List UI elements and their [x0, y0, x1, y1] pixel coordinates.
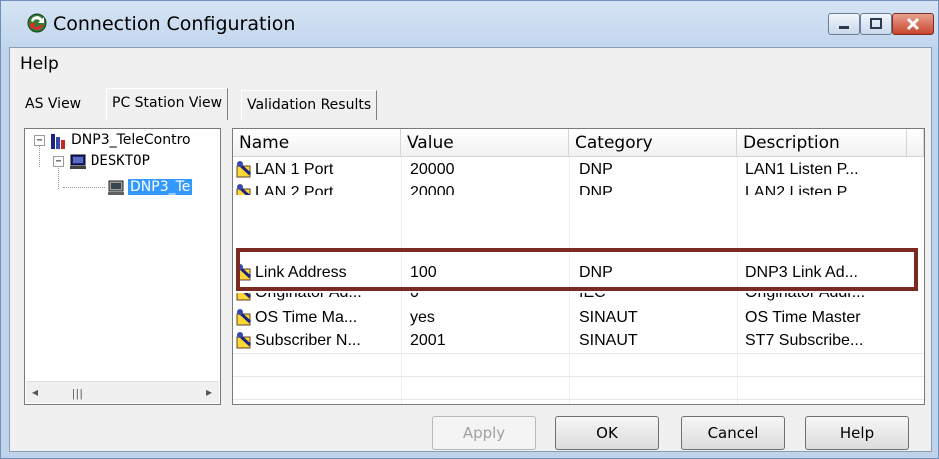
cell-value: yes: [410, 309, 435, 326]
cell-description: Originator Addr...: [745, 293, 905, 304]
ok-button-label: OK: [596, 424, 618, 442]
cancel-button-label: Cancel: [707, 424, 759, 442]
cancel-button[interactable]: Cancel: [681, 416, 785, 450]
cell-name: OS Time Ma...: [255, 309, 358, 326]
grid-row[interactable]: Subscriber N... 2001 SINAUT ST7 Subscrib…: [233, 329, 924, 352]
cell-value: 20000: [410, 161, 455, 178]
column-header-category[interactable]: Category: [569, 129, 737, 157]
cell-category: DNP: [579, 161, 613, 178]
close-button[interactable]: [892, 13, 934, 35]
grid-line: [233, 376, 924, 377]
parameter-icon: [236, 184, 251, 195]
tab-validation-results[interactable]: Validation Results: [241, 90, 378, 120]
menu-bar: Help: [10, 48, 931, 80]
scroll-right-icon[interactable]: ▸: [206, 385, 212, 399]
scroll-left-icon[interactable]: ◂: [32, 385, 38, 399]
parameter-icon: [236, 161, 252, 178]
grid-row[interactable]: LAN 1 Port 20000 DNP LAN1 Listen P...: [233, 158, 924, 181]
parameter-icon: [236, 293, 252, 301]
maximize-icon: [870, 18, 882, 29]
tree-node-dnp3[interactable]: DNP3_Te: [128, 179, 193, 195]
cell-value: 100: [410, 264, 437, 281]
cell-name: LAN 2 Port: [255, 184, 334, 195]
minimize-icon: [839, 26, 849, 29]
cell-category: SINAUT: [579, 309, 638, 326]
cell-category: DNP: [579, 264, 613, 281]
close-icon: [906, 17, 920, 31]
cell-description: LAN1 Listen P...: [745, 161, 859, 178]
parameter-icon: [236, 264, 252, 281]
cell-value: 20000: [410, 184, 455, 195]
apply-button[interactable]: Apply: [432, 416, 536, 450]
title-bar[interactable]: Connection Configuration: [1, 1, 938, 47]
cell-category: DNP: [579, 184, 613, 195]
grid-row[interactable]: LAN 2 Port 20000 DNP LAN2 Listen P...: [233, 181, 924, 195]
cell-category: IEC: [579, 293, 729, 304]
tab-pc-station-view[interactable]: PC Station View: [106, 88, 229, 120]
column-header-filler: [907, 129, 924, 157]
cell-name: Subscriber N...: [255, 332, 361, 349]
dialog-client-area: Help AS View PC Station View Validation …: [9, 47, 932, 452]
telecontrol-project-icon: [51, 134, 65, 149]
station-tree[interactable]: − DNP3_TeleContro − DESKTOP DNP3_Te ◂ ||…: [24, 128, 221, 405]
connection-configuration-window: Connection Configuration Help AS View PC…: [0, 0, 939, 459]
cell-category: SINAUT: [579, 332, 638, 349]
collapse-desktop-icon[interactable]: −: [53, 156, 64, 167]
column-header-name[interactable]: Name: [233, 129, 401, 157]
minimize-button[interactable]: [828, 13, 860, 35]
parameter-icon: [236, 332, 252, 349]
grid-line: [233, 399, 924, 400]
help-button[interactable]: Help: [805, 416, 909, 450]
tree-node-root[interactable]: DNP3_TeleContro: [71, 132, 191, 148]
collapse-root-icon[interactable]: −: [34, 135, 45, 146]
cell-value: 2001: [410, 332, 446, 349]
column-header-description[interactable]: Description: [737, 129, 907, 157]
cell-description: LAN2 Listen P...: [745, 184, 859, 195]
tree-connector: [39, 145, 40, 167]
maximize-button[interactable]: [860, 13, 892, 35]
cell-value: 0: [410, 293, 560, 304]
tree-connector: [63, 187, 105, 188]
parameter-icon: [236, 309, 252, 326]
grid-header: Name Value Category Description: [233, 129, 924, 157]
grid-row[interactable]: Originator Ad... 0 IEC Originator Addr..…: [233, 293, 924, 304]
tree-node-desktop[interactable]: DESKTOP: [91, 153, 150, 169]
cell-description: ST7 Subscribe...: [745, 332, 864, 349]
cell-name: LAN 1 Port: [255, 161, 334, 178]
help-button-label: Help: [839, 424, 875, 442]
cell-name: Originator Ad...: [255, 293, 400, 304]
grid-row-link-address[interactable]: Link Address 100 DNP DNP3 Link Ad...: [233, 261, 924, 284]
connection-config-icon: [27, 13, 47, 33]
ok-button[interactable]: OK: [555, 416, 659, 450]
tree-connector: [58, 165, 59, 189]
scroll-thumb-icon[interactable]: |||: [72, 388, 84, 400]
computer-icon: [108, 180, 124, 195]
cell-description: OS Time Master: [745, 309, 861, 326]
column-header-value[interactable]: Value: [401, 129, 569, 157]
grid-row[interactable]: OS Time Ma... yes SINAUT OS Time Master: [233, 306, 924, 329]
grid-line: [233, 353, 924, 354]
cell-name: Link Address: [255, 264, 347, 281]
tab-as-view[interactable]: AS View: [20, 90, 86, 120]
apply-button-label: Apply: [462, 424, 506, 442]
cell-description: DNP3 Link Ad...: [745, 264, 858, 281]
parameter-grid: Name Value Category Description LAN 1 Po…: [232, 128, 925, 405]
menu-help[interactable]: Help: [20, 54, 59, 74]
window-title: Connection Configuration: [53, 13, 296, 35]
tree-horizontal-scrollbar[interactable]: ◂ ||| ▸: [26, 381, 219, 403]
pc-station-icon: [70, 154, 86, 169]
